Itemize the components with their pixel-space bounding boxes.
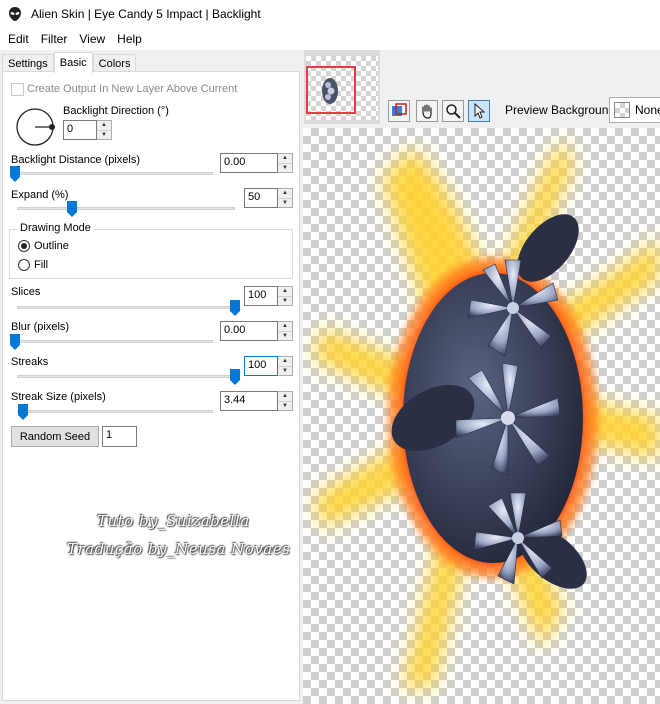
radio-selected-dot: [21, 243, 27, 249]
preview-background-value: None: [635, 103, 660, 117]
spin-down-icon[interactable]: ▼: [278, 164, 292, 173]
slices-value[interactable]: 100: [244, 286, 278, 306]
tab-colors[interactable]: Colors: [92, 54, 137, 72]
settings-panel: Settings Basic Colors Create Output In N…: [0, 50, 300, 704]
distance-label: Backlight Distance (pixels): [11, 154, 140, 166]
streaks-spinner[interactable]: 100 ▲ ▼: [244, 356, 293, 376]
drawing-mode-label: Drawing Mode: [17, 222, 94, 234]
blur-slider-track[interactable]: [15, 340, 213, 343]
expand-slider-thumb[interactable]: [66, 201, 77, 217]
random-seed-field[interactable]: 1: [102, 426, 137, 447]
tab-strip: Settings Basic Colors: [2, 52, 137, 73]
expand-spinner[interactable]: 50 ▲ ▼: [244, 188, 293, 208]
slices-slider-thumb[interactable]: [230, 300, 240, 316]
expand-value[interactable]: 50: [244, 188, 278, 208]
streak-size-value[interactable]: 3.44: [220, 391, 278, 411]
streaks-slider-thumb[interactable]: [230, 369, 240, 385]
direction-label: Backlight Direction (°): [63, 105, 169, 117]
random-seed-button[interactable]: Random Seed: [11, 426, 99, 447]
create-output-label: Create Output In New Layer Above Current: [27, 83, 238, 95]
none-swatch-icon: [614, 102, 630, 118]
streaks-label: Streaks: [11, 356, 49, 368]
outline-radio[interactable]: [18, 240, 30, 252]
distance-spinner[interactable]: 0.00 ▲ ▼: [220, 153, 293, 173]
spin-up-icon[interactable]: ▲: [278, 357, 292, 367]
title-bar: Alien Skin | Eye Candy 5 Impact | Backli…: [0, 0, 660, 28]
watermark-line-2: Tradução by_Neusa Novaes: [67, 540, 291, 558]
slices-label: Slices: [11, 286, 41, 298]
outline-label: Outline: [34, 240, 69, 252]
zoom-fit-button[interactable]: [388, 100, 410, 122]
spin-down-icon[interactable]: ▼: [278, 199, 292, 208]
hand-tool-button[interactable]: [416, 100, 438, 122]
create-output-checkbox[interactable]: [11, 83, 24, 96]
basic-tab-content: Create Output In New Layer Above Current…: [2, 71, 300, 701]
spin-up-icon[interactable]: ▲: [278, 189, 292, 199]
streak-size-label: Streak Size (pixels): [11, 391, 106, 403]
select-tool-button[interactable]: [468, 100, 490, 122]
slices-slider-track[interactable]: [17, 306, 235, 309]
distance-slider-thumb[interactable]: [10, 166, 20, 182]
blur-value[interactable]: 0.00: [220, 321, 278, 341]
streaks-slider-track[interactable]: [17, 375, 235, 378]
direction-dial[interactable]: [15, 107, 55, 147]
arrow-pointer-icon: [474, 103, 486, 119]
spin-down-icon[interactable]: ▼: [278, 332, 292, 341]
magnifier-icon: [446, 104, 461, 119]
spin-up-icon[interactable]: ▲: [97, 121, 111, 131]
expand-slider-track[interactable]: [17, 207, 235, 210]
fill-radio[interactable]: [18, 259, 30, 271]
preview-background-select[interactable]: None: [609, 97, 660, 123]
spin-up-icon[interactable]: ▲: [278, 154, 292, 164]
streak-size-slider-track[interactable]: [17, 410, 213, 413]
streak-size-slider-thumb[interactable]: [17, 404, 28, 420]
distance-slider-track[interactable]: [15, 172, 213, 175]
alien-skin-logo-icon: [9, 7, 21, 21]
menu-edit[interactable]: Edit: [2, 32, 35, 46]
blur-label: Blur (pixels): [11, 321, 70, 333]
preview-image: [313, 138, 660, 688]
zoom-tool-button[interactable]: [442, 100, 464, 122]
fill-label: Fill: [34, 259, 49, 271]
tab-basic[interactable]: Basic: [53, 52, 93, 73]
hand-icon: [422, 104, 432, 119]
preview-toggle-icon: [392, 103, 407, 116]
blur-slider-thumb[interactable]: [10, 334, 20, 350]
watermark-line-1: Tuto by_Suizabella: [97, 512, 250, 530]
spin-down-icon[interactable]: ▼: [278, 367, 292, 376]
spin-up-icon[interactable]: ▲: [278, 392, 292, 402]
preview-background-label: Preview Background:: [505, 103, 619, 117]
menu-bar: Edit Filter View Help: [0, 28, 660, 50]
spin-up-icon[interactable]: ▲: [278, 287, 292, 297]
spin-down-icon[interactable]: ▼: [278, 297, 292, 306]
drawing-mode-group: [9, 229, 293, 279]
preview-canvas[interactable]: [303, 128, 660, 704]
expand-label: Expand (%): [11, 189, 69, 201]
streak-size-spinner[interactable]: 3.44 ▲ ▼: [220, 391, 293, 411]
menu-view[interactable]: View: [73, 32, 111, 46]
menu-help[interactable]: Help: [111, 32, 148, 46]
window-title: Alien Skin | Eye Candy 5 Impact | Backli…: [31, 7, 261, 21]
direction-spinner[interactable]: 0 ▲ ▼: [63, 120, 112, 140]
spin-up-icon[interactable]: ▲: [278, 322, 292, 332]
direction-value[interactable]: 0: [63, 120, 97, 140]
spin-down-icon[interactable]: ▼: [97, 131, 111, 140]
streaks-value[interactable]: 100: [244, 356, 278, 376]
spin-down-icon[interactable]: ▼: [278, 402, 292, 411]
menu-filter[interactable]: Filter: [35, 32, 74, 46]
preview-toolbar: Preview Background: None: [300, 97, 660, 128]
tab-settings[interactable]: Settings: [2, 54, 54, 72]
distance-value[interactable]: 0.00: [220, 153, 278, 173]
slices-spinner[interactable]: 100 ▲ ▼: [244, 286, 293, 306]
blur-spinner[interactable]: 0.00 ▲ ▼: [220, 321, 293, 341]
